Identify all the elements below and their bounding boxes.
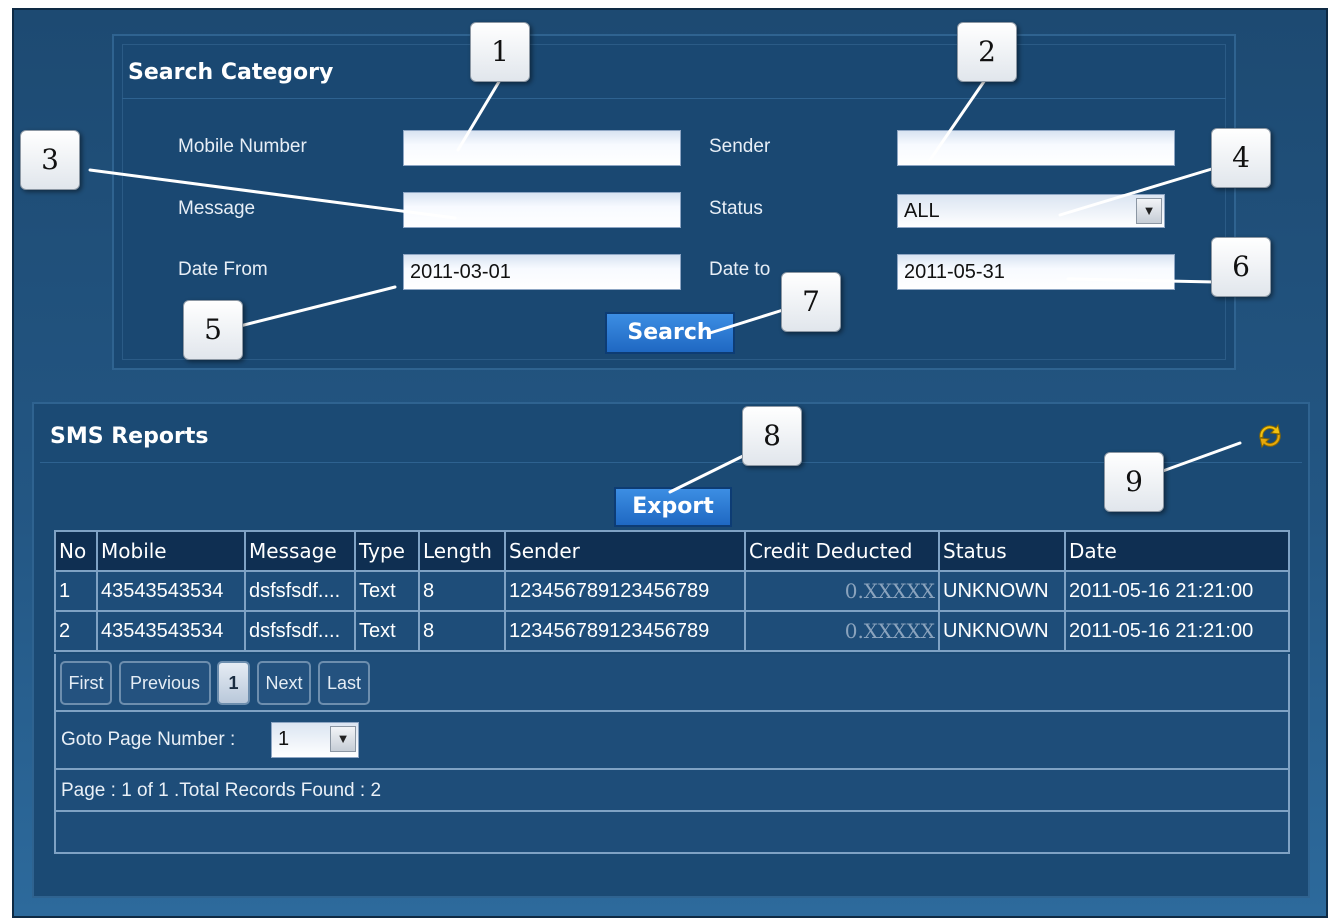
cell-no: 1 [54, 570, 98, 612]
callout-7: 7 [781, 272, 841, 332]
callout-6: 6 [1211, 237, 1271, 297]
goto-page-row: Goto Page Number : [54, 712, 1290, 770]
export-button[interactable]: Export [614, 487, 732, 527]
column-header-status[interactable]: Status [938, 530, 1066, 572]
column-header-no[interactable]: No [54, 530, 98, 572]
cell-message: dsfsfsdf.... [244, 610, 356, 652]
mobile-number-input[interactable] [403, 130, 681, 166]
cell-mobile: 43543543534 [96, 610, 246, 652]
callout-3: 3 [20, 130, 80, 190]
cell-date: 2011-05-16 21:21:00 [1064, 570, 1290, 612]
cell-status: UNKNOWN [938, 570, 1066, 612]
table-row[interactable]: 1 43543543534 dsfsfsdf.... Text 8 123456… [54, 570, 1290, 612]
pager-next-button[interactable]: Next [257, 661, 311, 705]
cell-sender: 123456789123456789 [504, 610, 746, 652]
goto-page-label: Goto Page Number : [61, 729, 236, 750]
search-panel-title: Search Category [128, 60, 334, 85]
pager-first-button[interactable]: First [60, 661, 112, 705]
column-header-date[interactable]: Date [1064, 530, 1290, 572]
chevron-down-icon[interactable]: ▼ [330, 726, 356, 752]
cell-credit-deducted: 0.XXXXX [744, 610, 940, 652]
column-header-sender[interactable]: Sender [504, 530, 746, 572]
cell-message: dsfsfsdf.... [244, 570, 356, 612]
date-to-label: Date to [709, 259, 771, 280]
message-label: Message [178, 198, 256, 219]
column-header-credit-deducted[interactable]: Credit Deducted [744, 530, 940, 572]
sms-report-table: No Mobile Message Type Length Sender Cre… [54, 530, 1290, 652]
status-label: Status [709, 198, 763, 219]
cell-length: 8 [418, 610, 506, 652]
pager-last-button[interactable]: Last [318, 661, 370, 705]
column-header-mobile[interactable]: Mobile [96, 530, 246, 572]
sender-input[interactable] [897, 130, 1175, 166]
date-to-input[interactable]: 2011-05-31 [897, 254, 1175, 290]
sender-label: Sender [709, 136, 771, 157]
callout-8: 8 [742, 406, 802, 466]
chevron-down-icon[interactable]: ▼ [1136, 198, 1162, 224]
callout-1: 1 [470, 22, 530, 82]
status-select[interactable]: ALL ▼ [897, 194, 1165, 228]
column-header-type[interactable]: Type [354, 530, 420, 572]
message-input[interactable] [403, 192, 681, 228]
date-from-input[interactable]: 2011-03-01 [403, 254, 681, 290]
search-title-divider [122, 98, 1226, 99]
callout-5: 5 [183, 300, 243, 360]
status-select-value: ALL [904, 200, 940, 222]
cell-mobile: 43543543534 [96, 570, 246, 612]
cell-length: 8 [418, 570, 506, 612]
refresh-icon[interactable] [1254, 420, 1286, 452]
pager-previous-button[interactable]: Previous [119, 661, 211, 705]
cell-no: 2 [54, 610, 98, 652]
page-info-text: Page : 1 of 1 .Total Records Found : 2 [61, 780, 382, 801]
cell-status: UNKNOWN [938, 610, 1066, 652]
cell-type: Text [354, 610, 420, 652]
pager-current-page[interactable]: 1 [217, 661, 250, 705]
callout-9: 9 [1104, 452, 1164, 512]
mobile-number-label: Mobile Number [178, 136, 307, 157]
empty-footer-row [54, 812, 1290, 854]
table-header-row: No Mobile Message Type Length Sender Cre… [54, 530, 1290, 572]
cell-type: Text [354, 570, 420, 612]
goto-page-value: 1 [278, 728, 290, 750]
goto-page-select[interactable]: 1 ▼ [271, 722, 359, 758]
column-header-length[interactable]: Length [418, 530, 506, 572]
cell-date: 2011-05-16 21:21:00 [1064, 610, 1290, 652]
reports-panel-title: SMS Reports [50, 424, 209, 449]
table-row[interactable]: 2 43543543534 dsfsfsdf.... Text 8 123456… [54, 610, 1290, 652]
column-header-message[interactable]: Message [244, 530, 356, 572]
page-info-row: Page : 1 of 1 .Total Records Found : 2 [54, 770, 1290, 812]
cell-sender: 123456789123456789 [504, 570, 746, 612]
date-from-label: Date From [178, 259, 268, 280]
callout-2: 2 [957, 22, 1017, 82]
search-button[interactable]: Search [605, 312, 735, 354]
callout-4: 4 [1211, 128, 1271, 188]
cell-credit-deducted: 0.XXXXX [744, 570, 940, 612]
